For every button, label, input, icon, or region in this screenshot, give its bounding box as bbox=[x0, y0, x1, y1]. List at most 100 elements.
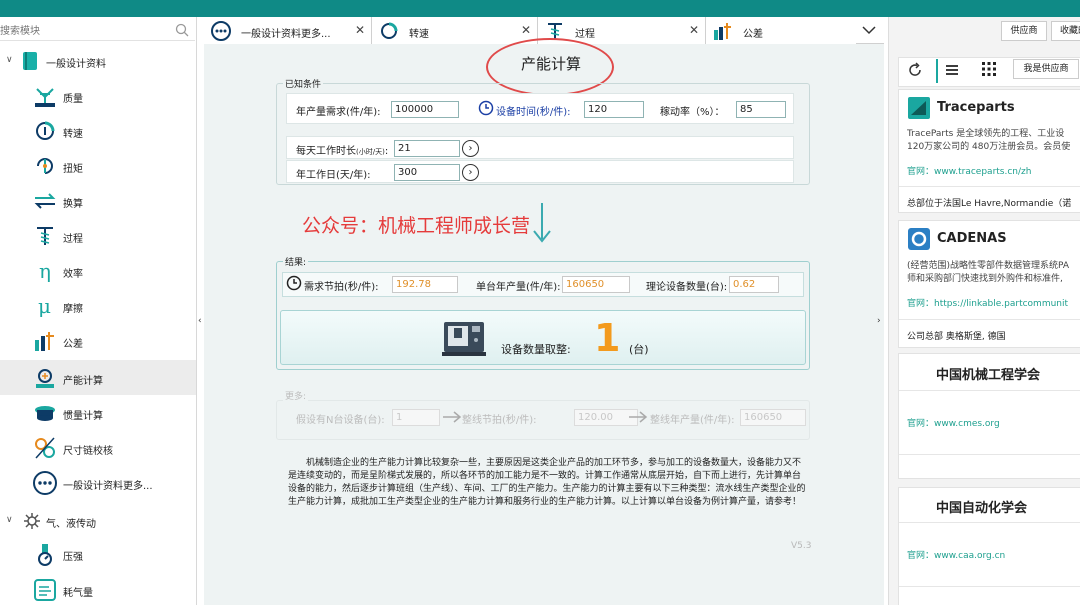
results-legend: 结果: bbox=[283, 255, 309, 268]
supplier-card-cmes[interactable]: 中国机械工程学会 官网：www.cmes.org bbox=[898, 353, 1080, 479]
card-desc: 120万家公司的 480万注册会员。会员使 bbox=[907, 142, 1071, 152]
tree-group-label: 气、液传动 bbox=[46, 519, 96, 530]
list-view-icon[interactable] bbox=[945, 63, 959, 77]
sidebar-item-capacity[interactable]: 产能计算 bbox=[0, 360, 196, 395]
tolerance-icon bbox=[714, 23, 731, 40]
close-icon[interactable]: ✕ bbox=[689, 23, 699, 37]
tab-speed[interactable]: 转速 ✕ bbox=[372, 17, 538, 44]
sidebar-item-torque[interactable]: 扭矩 bbox=[0, 148, 196, 183]
supplier-card-traceparts[interactable]: Traceparts TraceParts 是全球领先的工程、工业设 120万家… bbox=[898, 89, 1080, 213]
close-icon[interactable]: ✕ bbox=[521, 23, 531, 37]
grid-view-icon[interactable] bbox=[981, 61, 997, 77]
card-title: Traceparts bbox=[937, 100, 1015, 115]
collapse-right-icon[interactable]: › bbox=[877, 316, 885, 338]
line-takt-label: 整线节拍(秒/件): bbox=[462, 415, 537, 426]
down-arrow-icon bbox=[533, 203, 551, 243]
pneumatic-icon bbox=[24, 513, 40, 529]
tab-supplier[interactable]: 供应商 bbox=[1001, 21, 1047, 41]
clock-icon bbox=[478, 100, 494, 116]
close-icon[interactable]: ✕ bbox=[355, 23, 365, 37]
sidebar-item-label: 惯量计算 bbox=[63, 411, 103, 422]
app-top-bar bbox=[0, 0, 1080, 17]
card-desc: TraceParts 是全球领先的工程、工业设 bbox=[907, 129, 1065, 139]
card-divider bbox=[899, 319, 1080, 320]
cnc-machine-icon bbox=[442, 322, 486, 356]
sidebar-item-friction[interactable]: μ 摩擦 bbox=[0, 288, 196, 323]
i-am-supplier-button[interactable]: 我是供应商 bbox=[1013, 59, 1079, 79]
sidebar-item-label: 尺寸链校核 bbox=[63, 446, 113, 457]
supplier-card-cadenas[interactable]: CADENAS (经营范围)战略性零部件数据管理系统PA 师和采购部门快速找到外… bbox=[898, 220, 1080, 348]
svg-text:μ: μ bbox=[38, 294, 51, 318]
sidebar-item-speed[interactable]: 转速 bbox=[0, 113, 196, 148]
page-title: 产能计算 bbox=[520, 55, 581, 73]
module-search-input[interactable] bbox=[0, 22, 170, 40]
tab-general-more[interactable]: 一般设计资料更多... ✕ bbox=[204, 17, 372, 44]
daily-hours-text: 每天工作时长 bbox=[296, 146, 356, 157]
daily-hours-input[interactable]: 21 bbox=[394, 140, 460, 157]
more-dots-icon bbox=[211, 21, 231, 41]
card-title: CADENAS bbox=[937, 231, 1007, 246]
search-icon[interactable] bbox=[175, 23, 189, 37]
chevron-down-icon[interactable]: ∨ bbox=[6, 55, 13, 65]
card-url-link[interactable]: 官网：www.cmes.org bbox=[907, 416, 1000, 429]
rotation-speed-icon bbox=[36, 121, 55, 140]
watermark-text: 公众号：机械工程师成长营 bbox=[302, 215, 531, 237]
sidebar-item-pressure[interactable]: 压强 bbox=[0, 536, 196, 571]
annual-demand-label: 年产量需求(件/年): bbox=[296, 107, 381, 118]
n-devices-input[interactable]: 1 bbox=[392, 409, 440, 426]
supplier-card-caa[interactable]: 中国自动化学会 官网：www.caa.org.cn bbox=[898, 487, 1080, 605]
work-days-input[interactable]: 300 bbox=[394, 164, 460, 181]
equipment-time-label[interactable]: 设备时间(秒/件): bbox=[496, 103, 571, 118]
line-output-output: 160650 bbox=[740, 409, 806, 426]
takt-time-output: 192.78 bbox=[392, 276, 458, 293]
tab-label: 公差 bbox=[743, 29, 763, 40]
svg-text:η: η bbox=[39, 259, 51, 283]
tab-favorites[interactable]: 收藏的 bbox=[1051, 21, 1080, 41]
annual-demand-input[interactable]: 100000 bbox=[391, 101, 459, 118]
chevron-down-icon[interactable] bbox=[858, 21, 880, 39]
utilization-input[interactable]: 85 bbox=[736, 101, 786, 118]
traceparts-logo-icon bbox=[908, 97, 930, 119]
tree-group-pneumatic[interactable]: ∨ 气、液传动 bbox=[0, 506, 196, 536]
sidebar-item-tolerance[interactable]: 公差 bbox=[0, 323, 196, 358]
sidebar-item-label: 产能计算 bbox=[63, 376, 103, 387]
card-desc: (经营范围)战略性零部件数据管理系统PA bbox=[907, 261, 1070, 271]
card-url-link[interactable]: 官网：www.traceparts.cn/zh bbox=[907, 164, 1031, 177]
torque-icon bbox=[37, 158, 53, 174]
tab-tolerance[interactable]: 公差 bbox=[706, 17, 856, 44]
sidebar-item-general-more[interactable]: 一般设计资料更多... bbox=[0, 465, 196, 500]
tree-group-label: 一般设计资料 bbox=[46, 59, 106, 70]
single-output-label: 单台年产量(件/年): bbox=[476, 282, 561, 293]
version-label: V5.3 bbox=[791, 541, 812, 551]
card-divider bbox=[899, 522, 1080, 523]
sidebar-item-label: 一般设计资料更多... bbox=[63, 481, 153, 492]
supplier-panel: 供应商 收藏的 我是供应商 Traceparts TraceParts 是全球领… bbox=[888, 17, 1080, 605]
refresh-icon[interactable] bbox=[907, 62, 923, 78]
rounded-count-value: 1 bbox=[594, 316, 621, 360]
takt-time-label: 需求节拍(秒/件): bbox=[304, 282, 379, 293]
capacity-icon bbox=[36, 369, 54, 388]
sidebar-item-label: 摩擦 bbox=[63, 304, 83, 315]
equipment-time-input[interactable]: 120 bbox=[584, 101, 644, 118]
sidebar-item-air-consumption[interactable]: 耗气量 bbox=[0, 572, 196, 605]
card-footer: 总部位于法国Le Havre,Normandie（诺 bbox=[907, 199, 1072, 209]
card-title: 中国自动化学会 bbox=[936, 501, 1028, 516]
mu-icon: μ bbox=[38, 294, 51, 318]
mass-icon bbox=[35, 88, 55, 107]
more-dots-icon bbox=[33, 471, 57, 495]
sidebar-item-inertia[interactable]: 惯量计算 bbox=[0, 395, 196, 430]
daily-hours-arrow-button[interactable]: › bbox=[462, 140, 479, 157]
tree-group-general-design[interactable]: ∨ 一般设计资料 bbox=[0, 46, 196, 76]
work-days-arrow-button[interactable]: › bbox=[462, 164, 479, 181]
sidebar-item-process[interactable]: 过程 bbox=[0, 218, 196, 253]
card-desc: 师和采购部门快速找到外购件和标准件, bbox=[907, 274, 1063, 284]
sidebar-item-conversion[interactable]: 换算 bbox=[0, 183, 196, 218]
sidebar-item-efficiency[interactable]: η 效率 bbox=[0, 253, 196, 288]
tab-label: 一般设计资料更多... bbox=[241, 29, 331, 40]
chevron-down-icon[interactable]: ∨ bbox=[6, 515, 13, 525]
sidebar-item-label: 耗气量 bbox=[63, 588, 93, 599]
sidebar-item-mass[interactable]: 质量 bbox=[0, 78, 196, 113]
card-url-link[interactable]: 官网：www.caa.org.cn bbox=[907, 548, 1005, 561]
sidebar-item-dimension-chain[interactable]: 尺寸链校核 bbox=[0, 430, 196, 465]
card-url-link[interactable]: 官网：https://linkable.partcommunit bbox=[907, 296, 1068, 309]
